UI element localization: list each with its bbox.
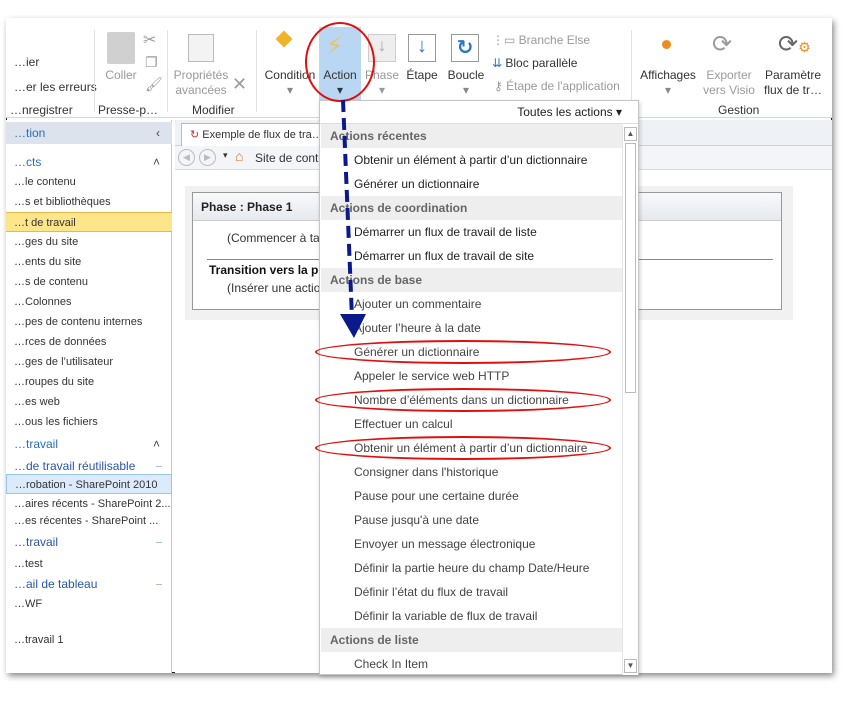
annotation-arrow xyxy=(340,99,366,338)
arrow-shaft xyxy=(341,99,354,319)
arrow-head xyxy=(340,314,366,338)
